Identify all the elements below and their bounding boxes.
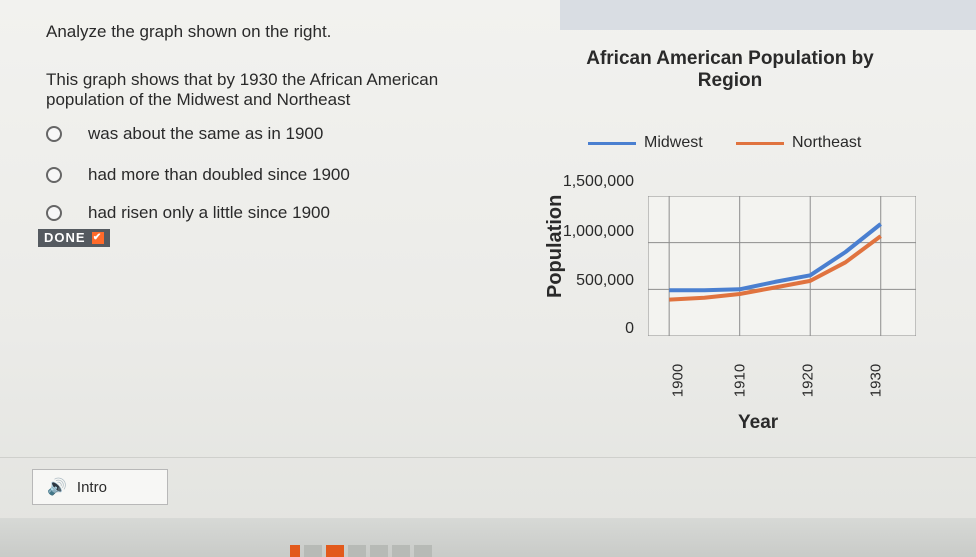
- x-axis-label: Year: [738, 412, 779, 433]
- done-badge: DONE ✔: [38, 229, 110, 247]
- page: Analyze the graph shown on the right. Th…: [0, 0, 976, 557]
- progress-bar: [0, 518, 976, 557]
- choice-label: had risen only a little since 1900: [88, 203, 330, 222]
- choice-label: was about the same as in 1900: [88, 124, 324, 143]
- y-tick-label: 1,500,000: [562, 173, 634, 190]
- legend-midwest-label: Midwest: [644, 134, 703, 151]
- legend-midwest: Midwest: [588, 134, 703, 152]
- question-prompt: This graph shows that by 1930 the Africa…: [46, 70, 439, 109]
- intro-audio-button[interactable]: 🔊 Intro: [32, 469, 168, 505]
- legend-northeast-label: Northeast: [792, 134, 862, 151]
- legend-northeast: Northeast: [736, 134, 861, 152]
- done-label: DONE: [44, 230, 86, 245]
- progress-dots: [290, 545, 432, 557]
- radio-icon[interactable]: [46, 167, 62, 183]
- radio-icon[interactable]: [46, 205, 62, 221]
- choice-option-2[interactable]: had more than doubled since 1900: [46, 165, 350, 185]
- instruction-text: Analyze the graph shown on the right.: [46, 22, 332, 41]
- speaker-icon: 🔊: [47, 479, 67, 496]
- line-chart: [648, 196, 916, 336]
- x-tick-label: 1910: [731, 363, 749, 398]
- progress-step[interactable]: [348, 545, 366, 557]
- progress-step[interactable]: [304, 545, 322, 557]
- legend-northeast-swatch: [736, 141, 784, 145]
- progress-step[interactable]: [370, 545, 388, 557]
- audio-label: Intro: [76, 478, 107, 496]
- y-tick-label: 500,000: [576, 272, 634, 289]
- choice-option-3[interactable]: had risen only a little since 1900: [46, 203, 330, 223]
- y-tick-label: 1,000,000: [562, 223, 634, 240]
- top-strip: [560, 0, 976, 30]
- divider: [0, 457, 976, 458]
- progress-step[interactable]: [290, 545, 300, 557]
- y-tick-label: 0: [625, 320, 634, 337]
- radio-icon[interactable]: [46, 126, 62, 142]
- choice-label: had more than doubled since 1900: [88, 165, 350, 184]
- choice-option-1[interactable]: was about the same as in 1900: [46, 124, 323, 144]
- progress-step[interactable]: [414, 545, 432, 557]
- x-tick-label: 1930: [867, 363, 885, 398]
- chart-title: African American Population by Region: [586, 48, 874, 91]
- progress-step[interactable]: [326, 545, 344, 557]
- checkmark-icon: ✔: [91, 232, 104, 244]
- x-tick-label: 1900: [669, 363, 687, 398]
- plot-area: [648, 196, 916, 336]
- x-tick-label: 1920: [799, 363, 817, 398]
- progress-step[interactable]: [392, 545, 410, 557]
- legend-midwest-swatch: [588, 141, 636, 145]
